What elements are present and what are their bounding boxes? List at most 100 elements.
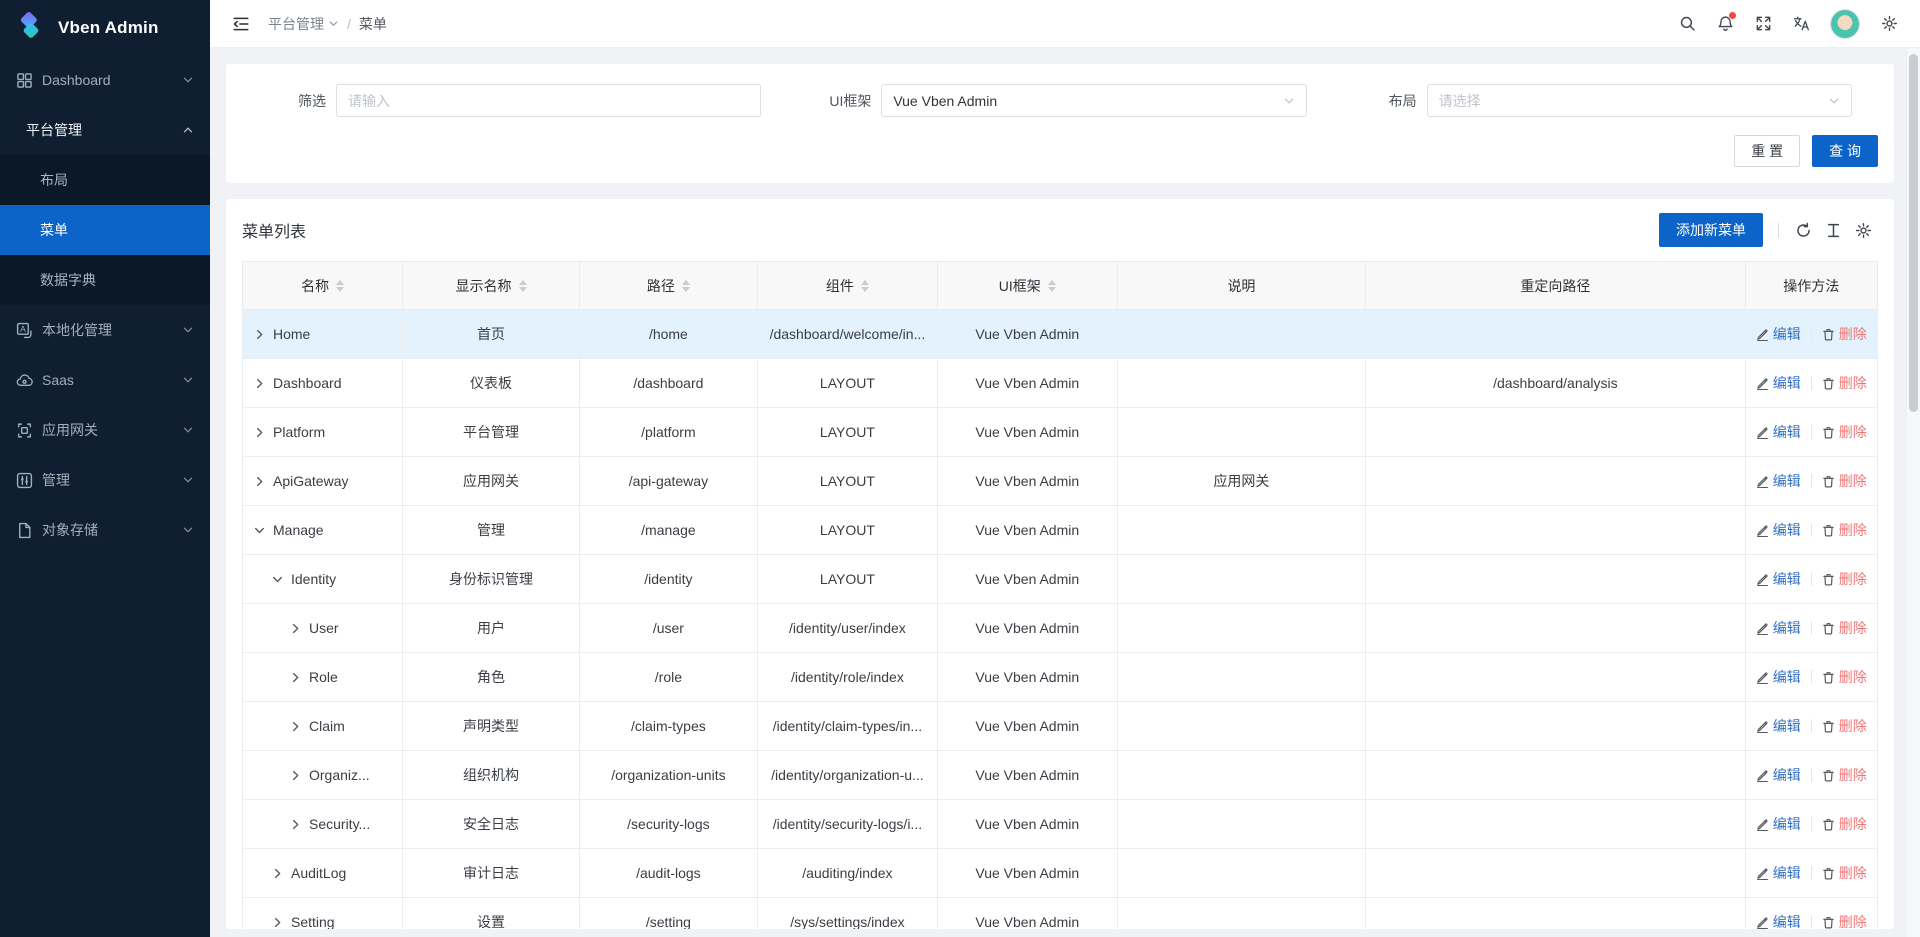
reset-button[interactable]: 重 置 [1734,135,1800,167]
scrollbar-thumb[interactable] [1909,54,1918,412]
table-row[interactable]: Manage管理/manageLAYOUTVue Vben Admin编辑删除 [243,506,1878,555]
column-header-2[interactable]: 路径 [579,262,757,310]
chevron-down-icon [1283,95,1295,107]
expand-row-icon[interactable] [253,475,266,488]
edit-button[interactable]: 编辑 [1756,814,1801,834]
sort-carets-icon[interactable] [1048,280,1056,292]
edit-button[interactable]: 编辑 [1756,324,1801,344]
collapse-row-icon[interactable] [253,524,266,537]
table-row[interactable]: Setting设置/setting/sys/settings/indexVue … [243,898,1878,930]
cell-name: Setting [243,898,403,930]
table-row[interactable]: Claim声明类型/claim-types/identity/claim-typ… [243,702,1878,751]
cell-redirect-path [1366,653,1745,702]
sidebar-item-gateway[interactable]: 应用网关 [0,405,210,455]
column-header-1[interactable]: 显示名称 [403,262,580,310]
expand-row-icon[interactable] [289,671,302,684]
delete-button[interactable]: 删除 [1822,520,1867,540]
expand-row-icon[interactable] [289,818,302,831]
sidebar-item-dashboard[interactable]: Dashboard [0,55,210,105]
row-height-icon[interactable] [1818,215,1848,245]
breadcrumb-parent[interactable]: 平台管理 [268,14,339,34]
sort-carets-icon[interactable] [682,280,690,292]
collapse-sidebar-icon[interactable] [226,9,256,39]
sidebar-item-layout[interactable]: 布局 [0,155,210,205]
delete-button[interactable]: 删除 [1822,863,1867,883]
table-row[interactable]: Role角色/role/identity/role/indexVue Vben … [243,653,1878,702]
column-settings-gear-icon[interactable] [1848,215,1878,245]
table-row[interactable]: ApiGateway应用网关/api-gatewayLAYOUTVue Vben… [243,457,1878,506]
delete-label: 删除 [1839,716,1867,736]
query-button[interactable]: 查 询 [1812,135,1878,167]
settings-gear-icon[interactable] [1872,7,1906,41]
delete-button[interactable]: 删除 [1822,471,1867,491]
delete-button[interactable]: 删除 [1822,716,1867,736]
delete-button[interactable]: 删除 [1822,422,1867,442]
delete-button[interactable]: 删除 [1822,324,1867,344]
app-logo[interactable]: Vben Admin [0,0,210,55]
delete-button[interactable]: 删除 [1822,912,1867,929]
expand-row-icon[interactable] [253,426,266,439]
edit-button[interactable]: 编辑 [1756,765,1801,785]
sidebar-item-platform[interactable]: 平台管理 [0,105,210,155]
cell-ui-framework: Vue Vben Admin [937,555,1117,604]
cell-path: /security-logs [579,800,757,849]
expand-row-icon[interactable] [289,622,302,635]
notification-bell-icon[interactable] [1708,7,1742,41]
translate-icon[interactable] [1784,7,1818,41]
edit-pencil-icon [1756,573,1769,586]
collapse-row-icon[interactable] [271,573,284,586]
edit-button[interactable]: 编辑 [1756,618,1801,638]
table-row[interactable]: AuditLog审计日志/audit-logs/auditing/indexVu… [243,849,1878,898]
column-header-0[interactable]: 名称 [243,262,403,310]
sidebar-item-storage[interactable]: 对象存储 [0,505,210,555]
add-menu-button[interactable]: 添加新菜单 [1659,213,1763,247]
filter-input-0[interactable]: 请输入 [336,84,761,117]
delete-button[interactable]: 删除 [1822,569,1867,589]
table-row[interactable]: Home首页/home/dashboard/welcome/in...Vue V… [243,310,1878,359]
delete-button[interactable]: 删除 [1822,667,1867,687]
column-header-3[interactable]: 组件 [758,262,938,310]
edit-button[interactable]: 编辑 [1756,569,1801,589]
delete-button[interactable]: 删除 [1822,373,1867,393]
sidebar-item-menu[interactable]: 菜单 [0,205,210,255]
edit-button[interactable]: 编辑 [1756,912,1801,929]
expand-row-icon[interactable] [289,769,302,782]
sidebar-item-locale[interactable]: A本地化管理 [0,305,210,355]
delete-button[interactable]: 删除 [1822,765,1867,785]
sort-carets-icon[interactable] [519,280,527,292]
delete-button[interactable]: 删除 [1822,618,1867,638]
user-avatar[interactable] [1830,9,1860,39]
sort-carets-icon[interactable] [336,280,344,292]
fullscreen-icon[interactable] [1746,7,1780,41]
search-icon[interactable] [1670,7,1704,41]
table-row[interactable]: Dashboard仪表板/dashboardLAYOUTVue Vben Adm… [243,359,1878,408]
table-row[interactable]: Identity身份标识管理/identityLAYOUTVue Vben Ad… [243,555,1878,604]
edit-button[interactable]: 编辑 [1756,520,1801,540]
table-row[interactable]: Security...安全日志/security-logs/identity/s… [243,800,1878,849]
edit-button[interactable]: 编辑 [1756,716,1801,736]
column-header-4[interactable]: UI框架 [937,262,1117,310]
expand-row-icon[interactable] [271,916,284,929]
sort-carets-icon[interactable] [861,280,869,292]
sidebar-item-saas[interactable]: Saas [0,355,210,405]
table-row[interactable]: Platform平台管理/platformLAYOUTVue Vben Admi… [243,408,1878,457]
filter-select-1[interactable]: Vue Vben Admin [881,84,1306,117]
sidebar-item-manage[interactable]: 管理 [0,455,210,505]
filter-select-2[interactable]: 请选择 [1427,84,1852,117]
table-row[interactable]: User用户/user/identity/user/indexVue Vben … [243,604,1878,653]
edit-button[interactable]: 编辑 [1756,667,1801,687]
sidebar-item-dict[interactable]: 数据字典 [0,255,210,305]
expand-row-icon[interactable] [289,720,302,733]
vertical-scrollbar[interactable] [1906,48,1920,937]
expand-row-icon[interactable] [253,377,266,390]
edit-button[interactable]: 编辑 [1756,863,1801,883]
edit-button[interactable]: 编辑 [1756,373,1801,393]
edit-button[interactable]: 编辑 [1756,422,1801,442]
edit-button[interactable]: 编辑 [1756,471,1801,491]
delete-button[interactable]: 删除 [1822,814,1867,834]
expand-row-icon[interactable] [271,867,284,880]
table-row[interactable]: Organiz...组织机构/organization-units/identi… [243,751,1878,800]
refresh-icon[interactable] [1788,215,1818,245]
menu-name: Setting [291,914,335,929]
expand-row-icon[interactable] [253,328,266,341]
